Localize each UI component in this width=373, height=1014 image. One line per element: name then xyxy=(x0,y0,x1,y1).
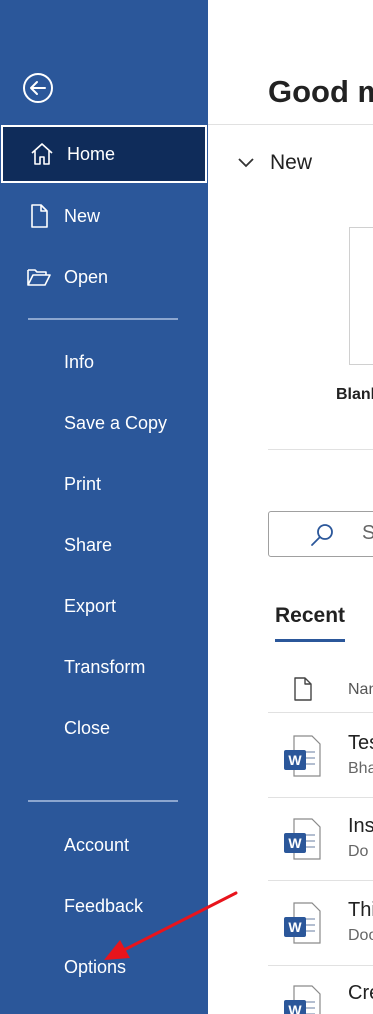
svg-text:W: W xyxy=(288,835,302,851)
nav-label-home: Home xyxy=(67,143,116,164)
nav-item-transform[interactable]: Transform xyxy=(0,638,208,696)
sidebar-divider xyxy=(28,318,178,320)
nav-item-feedback[interactable]: Feedback xyxy=(0,877,208,935)
header-divider xyxy=(208,124,373,125)
word-document-icon: W xyxy=(284,735,321,777)
word-document-icon: W xyxy=(284,902,321,944)
row-divider xyxy=(268,965,373,966)
search-placeholder: S xyxy=(362,522,373,544)
nav-label-open: Open xyxy=(64,266,109,287)
file-title: Tes xyxy=(348,732,373,754)
recent-file-row[interactable]: W Thi Doo xyxy=(268,889,373,951)
nav-label-export: Export xyxy=(64,595,117,616)
nav-item-export[interactable]: Export xyxy=(0,577,208,635)
sidebar-divider xyxy=(28,800,178,802)
nav-label-feedback: Feedback xyxy=(64,895,144,916)
svg-text:W: W xyxy=(288,919,302,935)
nav-item-home[interactable]: Home xyxy=(1,125,207,183)
word-document-icon: W xyxy=(284,985,321,1014)
recent-file-row[interactable]: W Tes Bha xyxy=(268,722,373,784)
svg-text:W: W xyxy=(288,1002,302,1014)
nav-label-options: Options xyxy=(64,956,127,977)
nav-label-print: Print xyxy=(64,473,102,494)
file-type-icon xyxy=(294,677,312,701)
folder-open-icon xyxy=(27,269,51,286)
main-panel: Good m New Blanl S Recent Nan W Tes Bh xyxy=(208,0,373,1014)
nav-label-account: Account xyxy=(64,834,130,855)
back-arrow-icon[interactable] xyxy=(22,72,54,104)
tab-selected-indicator xyxy=(275,639,345,642)
file-location: Bha xyxy=(348,760,373,777)
recent-file-row[interactable]: W Ins Do xyxy=(268,805,373,867)
file-title: Cre xyxy=(348,982,373,1004)
nav-label-save-a-copy: Save a Copy xyxy=(64,412,168,433)
greeting-title: Good m xyxy=(268,74,373,109)
home-icon xyxy=(31,143,53,165)
blank-document-template[interactable] xyxy=(349,227,373,365)
nav-label-share: Share xyxy=(64,534,113,555)
nav-label-close: Close xyxy=(64,717,111,738)
word-document-icon: W xyxy=(284,818,321,860)
file-list-header: Nan xyxy=(268,675,373,705)
search-box[interactable]: S xyxy=(268,511,373,557)
nav-label-transform: Transform xyxy=(64,656,146,677)
nav-item-new[interactable]: New xyxy=(0,187,208,245)
file-title: Ins xyxy=(348,815,373,837)
new-section-title: New xyxy=(270,151,313,174)
backstage-sidebar: Home New Open Info Save a Copy Print Sha… xyxy=(0,0,208,1014)
nav-item-save-a-copy[interactable]: Save a Copy xyxy=(0,394,208,452)
nav-label-new: New xyxy=(64,205,101,226)
file-title: Thi xyxy=(348,899,373,921)
row-divider xyxy=(268,880,373,881)
nav-item-share[interactable]: Share xyxy=(0,516,208,574)
nav-item-account[interactable]: Account xyxy=(0,816,208,874)
tab-recent[interactable]: Recent xyxy=(275,604,345,628)
nav-item-close[interactable]: Close xyxy=(0,699,208,757)
svg-text:W: W xyxy=(288,752,302,768)
blank-document-label: Blanl xyxy=(336,386,373,403)
new-section-toggle[interactable]: New xyxy=(238,151,312,175)
search-icon xyxy=(311,524,333,546)
row-divider xyxy=(268,797,373,798)
recent-file-row[interactable]: W Cre xyxy=(268,972,373,1014)
nav-label-info: Info xyxy=(64,351,95,372)
new-document-icon xyxy=(31,204,48,228)
column-header-name[interactable]: Nan xyxy=(348,681,373,699)
nav-item-options[interactable]: Options xyxy=(0,938,208,996)
section-divider xyxy=(268,449,373,450)
row-divider xyxy=(268,712,373,713)
nav-item-info[interactable]: Info xyxy=(0,333,208,391)
nav-item-open[interactable]: Open xyxy=(0,248,208,306)
nav-item-print[interactable]: Print xyxy=(0,455,208,513)
file-location: Doo xyxy=(348,927,373,944)
chevron-down-icon xyxy=(238,158,254,168)
file-location: Do xyxy=(348,843,369,860)
